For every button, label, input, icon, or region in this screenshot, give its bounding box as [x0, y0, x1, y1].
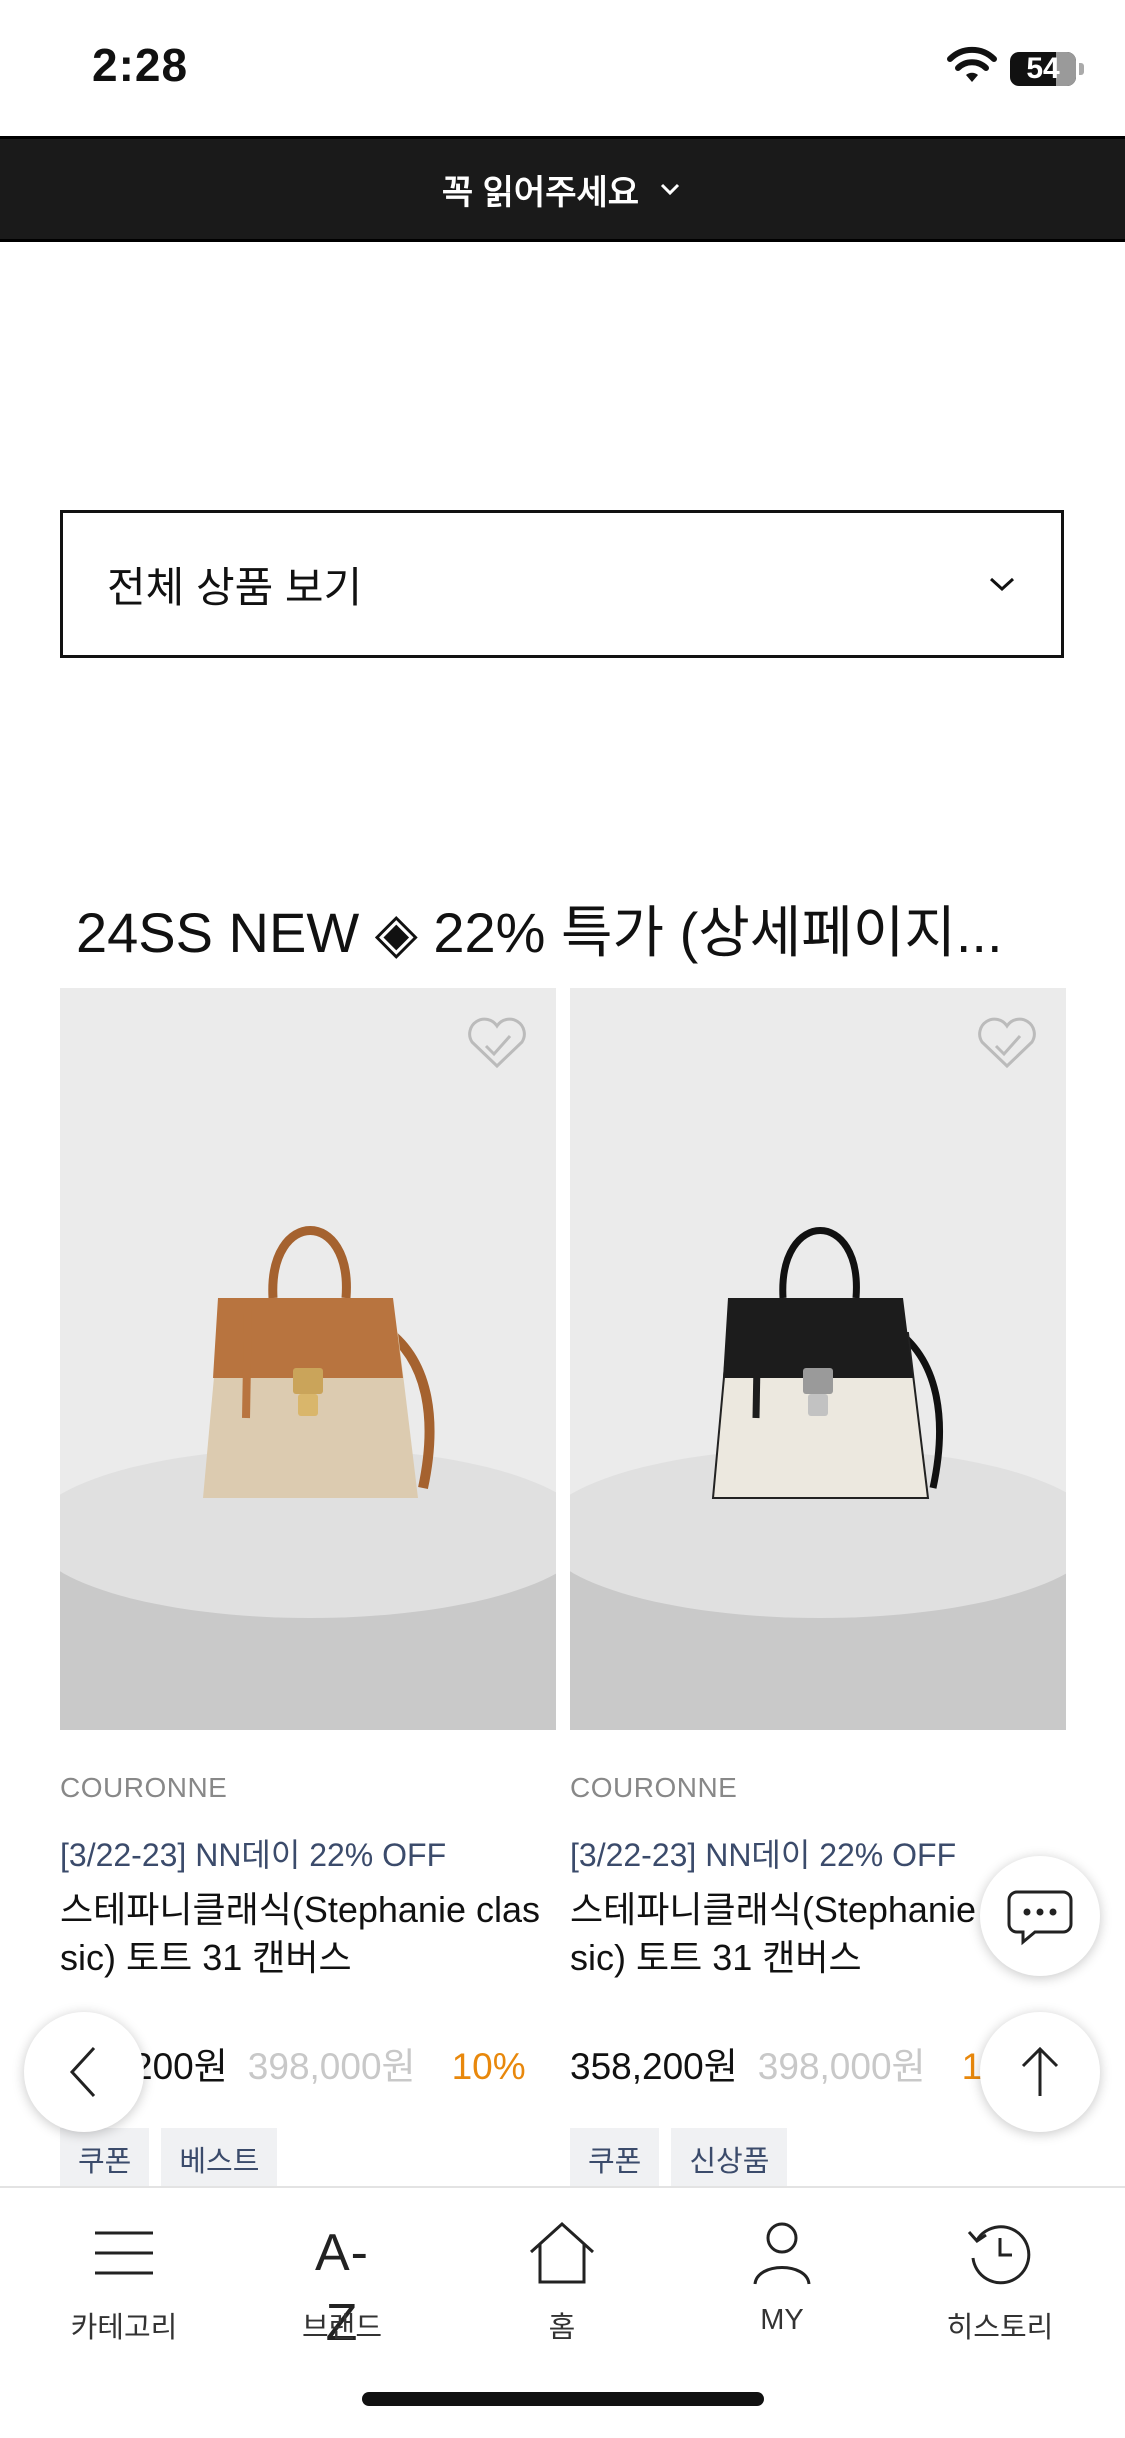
- nav-label: 브랜드: [301, 2312, 383, 2344]
- home-indicator: [362, 2392, 764, 2406]
- product-promo: [3/22-23] NN데이 22% OFF: [60, 1837, 447, 1873]
- product-image[interactable]: [60, 988, 556, 1730]
- nav-item-brand[interactable]: A-Z 브랜드: [252, 2218, 432, 2352]
- history-icon: [967, 2225, 1031, 2285]
- section-title: 24SS NEW ◈ 22% 특가 (상세페이지...: [76, 901, 1003, 964]
- menu-icon: [95, 2231, 153, 2275]
- original-price: 398,000원: [757, 2046, 926, 2087]
- chevron-down-icon: [661, 183, 680, 196]
- battery-level-text: 54: [1026, 52, 1060, 85]
- tag-badge: 쿠폰: [60, 2128, 150, 2190]
- nav-label: 홈: [548, 2312, 576, 2344]
- wishlist-icon[interactable]: [974, 1016, 1040, 1072]
- nav-item-history[interactable]: 히스토리: [910, 2218, 1090, 2346]
- product-card[interactable]: COURONNE [3/22-23] NN데이 22% OFF 스테파니클래식(…: [60, 988, 556, 2190]
- nav-item-home[interactable]: 홈: [472, 2218, 652, 2346]
- person-icon: [753, 2222, 811, 2285]
- status-time: 2:28: [92, 39, 189, 91]
- product-tags: 쿠폰 베스트: [60, 2128, 556, 2190]
- chevron-left-icon: [69, 2046, 96, 2098]
- discount-rate: 10%: [451, 2046, 526, 2087]
- original-price: 398,000원: [247, 2046, 416, 2087]
- scroll-to-top-button[interactable]: [980, 2012, 1100, 2132]
- product-tags: 쿠폰 신상품: [570, 2128, 1066, 2190]
- sale-price: 358,200원: [570, 2046, 738, 2087]
- home-icon: [529, 2221, 595, 2284]
- product-brand: COURONNE: [60, 1772, 228, 1803]
- product-name[interactable]: 스테파니클래식(Stephanie classic) 토트 31 캔버스: [60, 1886, 556, 1982]
- filter-label: 전체 상품 보기: [107, 563, 363, 611]
- battery-icon: 54: [1010, 52, 1084, 86]
- product-card[interactable]: COURONNE [3/22-23] NN데이 22% OFF 스테파니클래식(…: [570, 988, 1066, 2190]
- notice-label: 꼭 읽어주세요: [441, 173, 640, 212]
- tag-badge: 쿠폰: [570, 2128, 660, 2190]
- product-brand: COURONNE: [570, 1772, 738, 1803]
- wifi-icon: [947, 46, 997, 82]
- chat-bubble-icon: [1007, 1890, 1073, 1946]
- chat-button[interactable]: [980, 1856, 1100, 1976]
- nav-label: MY: [760, 2304, 804, 2336]
- chevron-down-icon: [989, 577, 1015, 592]
- az-icon: A-Z: [315, 2224, 369, 2352]
- tag-badge: 베스트: [161, 2128, 278, 2190]
- nav-item-category[interactable]: 카테고리: [34, 2218, 214, 2346]
- product-filter-select[interactable]: 전체 상품 보기: [60, 510, 1064, 658]
- wishlist-icon[interactable]: [464, 1016, 530, 1072]
- product-image[interactable]: [570, 988, 1066, 1730]
- nav-label: 히스토리: [946, 2312, 1054, 2344]
- product-promo: [3/22-23] NN데이 22% OFF: [570, 1837, 957, 1873]
- handbag-image: [711, 1227, 943, 1499]
- nav-item-my[interactable]: MY: [692, 2218, 872, 2337]
- handbag-image: [203, 1226, 435, 1498]
- back-button[interactable]: [24, 2012, 144, 2132]
- notice-dropdown[interactable]: 꼭 읽어주세요: [0, 136, 1125, 242]
- arrow-up-icon: [1021, 2046, 1059, 2096]
- nav-label: 카테고리: [70, 2312, 178, 2344]
- tag-badge: 신상품: [671, 2128, 788, 2190]
